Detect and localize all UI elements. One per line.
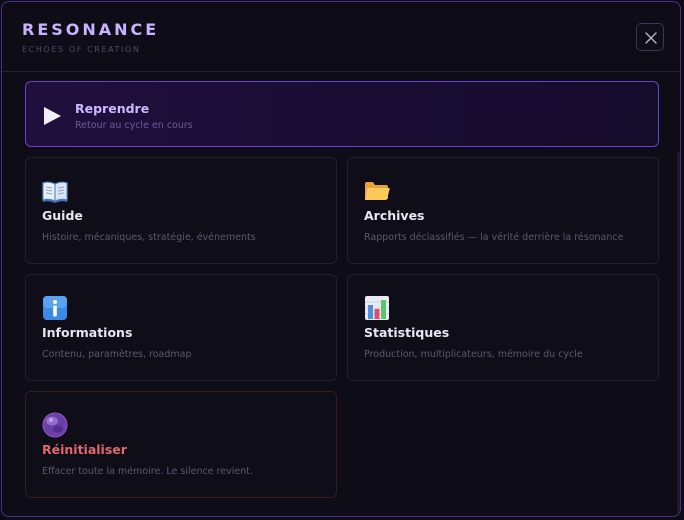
resume-button[interactable]: Reprendre Retour au cycle en cours bbox=[25, 81, 659, 147]
guide-card[interactable]: Guide Histoire, mécaniques, stratégie, é… bbox=[25, 157, 337, 264]
resume-title: Reprendre bbox=[75, 101, 150, 116]
menu-modal: RESONANCE ECHOES OF CREATION Reprendre R… bbox=[1, 1, 681, 517]
bar-chart-icon bbox=[365, 296, 389, 320]
informations-title: Informations bbox=[42, 325, 133, 340]
reset-description: Effacer toute la mémoire. Le silence rev… bbox=[42, 466, 253, 477]
informations-description: Contenu, paramètres, roadmap bbox=[42, 349, 192, 360]
reset-title: Réinitialiser bbox=[42, 442, 127, 457]
scrollbar[interactable] bbox=[677, 152, 680, 514]
archives-description: Rapports déclassifiés — la vérité derriè… bbox=[364, 232, 624, 243]
archives-card[interactable]: Archives Rapports déclassifiés — la véri… bbox=[347, 157, 659, 264]
play-icon bbox=[44, 107, 61, 125]
modal-header: RESONANCE ECHOES OF CREATION bbox=[2, 2, 680, 72]
reset-card[interactable]: Réinitialiser Effacer toute la mémoire. … bbox=[25, 391, 337, 498]
app-subtitle: ECHOES OF CREATION bbox=[22, 45, 141, 54]
guide-description: Histoire, mécaniques, stratégie, événeme… bbox=[42, 232, 256, 243]
informations-card[interactable]: Informations Contenu, paramètres, roadma… bbox=[25, 274, 337, 381]
info-icon bbox=[43, 296, 67, 320]
purple-orb-icon bbox=[42, 412, 68, 438]
folder-icon bbox=[365, 182, 390, 200]
archives-title: Archives bbox=[364, 208, 425, 223]
statistiques-description: Production, multiplicateurs, mémoire du … bbox=[364, 349, 583, 360]
statistiques-title: Statistiques bbox=[364, 325, 450, 340]
open-book-icon bbox=[42, 181, 68, 203]
guide-title: Guide bbox=[42, 208, 83, 223]
close-button[interactable] bbox=[636, 23, 664, 51]
resume-description: Retour au cycle en cours bbox=[75, 120, 193, 131]
app-title: RESONANCE bbox=[22, 20, 160, 39]
close-icon bbox=[645, 32, 657, 44]
statistiques-card[interactable]: Statistiques Production, multiplicateurs… bbox=[347, 274, 659, 381]
